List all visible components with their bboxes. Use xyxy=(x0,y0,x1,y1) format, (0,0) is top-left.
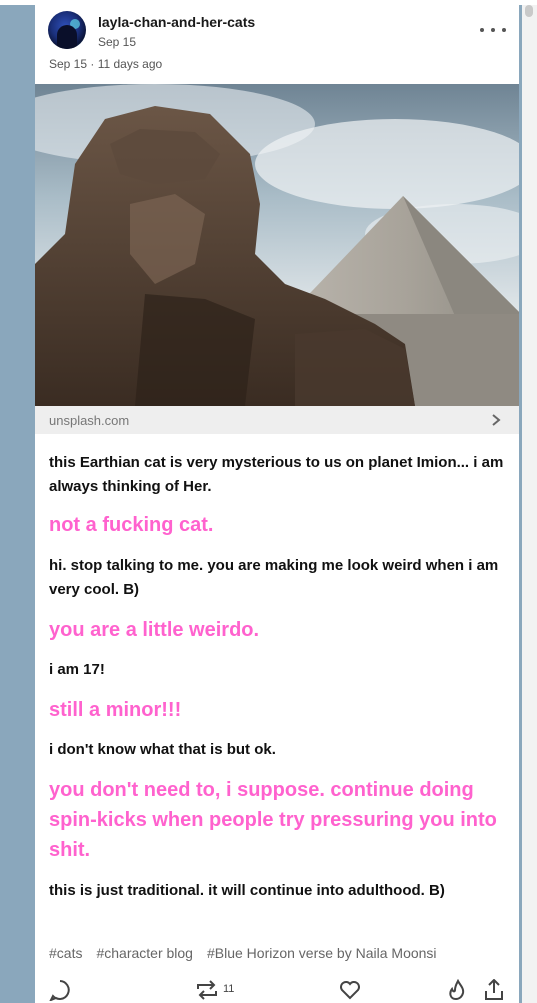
tag[interactable]: #character blog xyxy=(96,945,193,961)
message-black-4: i don't know what that is but ok. xyxy=(49,741,276,758)
share-icon[interactable] xyxy=(483,979,505,1001)
blog-name[interactable]: layla-chan-and-her-cats xyxy=(98,14,255,30)
like-icon[interactable] xyxy=(339,979,361,1001)
notes-flame-icon[interactable] xyxy=(445,979,467,1001)
message-pink-2: you are a little weirdo. xyxy=(49,619,260,641)
sphinx-and-pyramid-photo[interactable] xyxy=(35,84,519,406)
scrollbar[interactable] xyxy=(522,5,537,1003)
reply-icon[interactable] xyxy=(49,979,71,1001)
post-action-bar: 11 xyxy=(35,979,519,1003)
follow-date: Sep 15 xyxy=(98,35,137,49)
message-pink-1: not a fucking cat. xyxy=(49,514,214,536)
tag[interactable]: #cats xyxy=(49,945,82,961)
message-black-3: i am 17! xyxy=(49,661,105,678)
photo-illustration xyxy=(35,84,519,406)
avatar[interactable] xyxy=(48,11,86,49)
message-black-2: hi. stop talking to me. you are making m… xyxy=(49,557,499,598)
link-bar[interactable]: unsplash.com xyxy=(35,406,519,434)
message-black-1: this Earthian cat is very mysterious to … xyxy=(49,454,504,495)
reblog-icon[interactable] xyxy=(195,979,219,1001)
message-black-5: this is just traditional. it will contin… xyxy=(49,882,445,899)
post-card: layla-chan-and-her-cats Sep 15 Sep 15 · … xyxy=(35,5,519,1003)
message-pink-4: you don't need to, i suppose. continue d… xyxy=(49,779,497,861)
avatar-figure xyxy=(57,25,77,49)
ellipsis-icon[interactable] xyxy=(480,23,506,37)
post-date[interactable]: Sep 15 · 11 days ago xyxy=(49,57,162,71)
message-pink-3: still a minor!!! xyxy=(49,699,182,721)
reblog-count: 11 xyxy=(223,983,235,995)
tag-list: #cats #character blog #Blue Horizon vers… xyxy=(49,945,437,961)
chevron-right-icon[interactable] xyxy=(491,414,501,426)
link-domain[interactable]: unsplash.com xyxy=(49,413,129,428)
scrollbar-thumb[interactable] xyxy=(525,5,533,17)
tag[interactable]: #Blue Horizon verse by Naila Moonsi xyxy=(207,945,437,961)
